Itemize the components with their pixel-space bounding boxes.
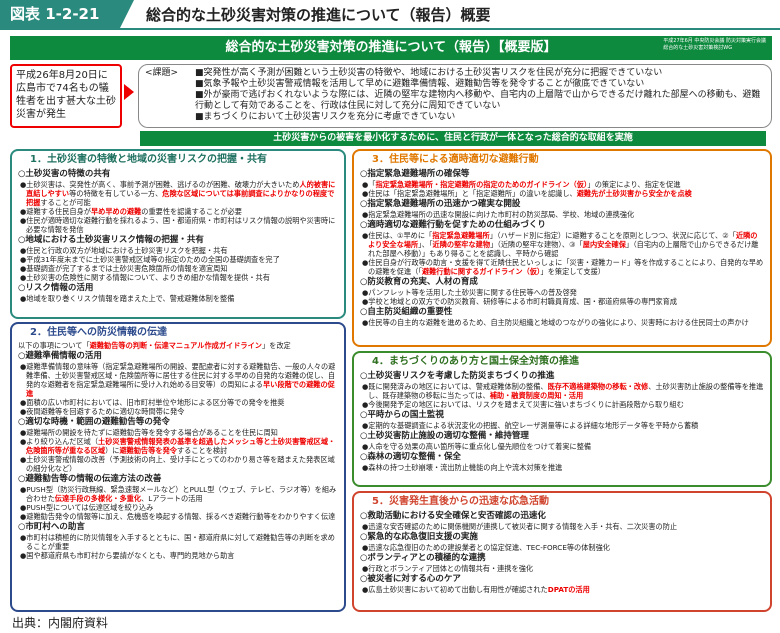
bullet-item: ●避難準備情報の意味等（指定緊急避難場所の開設、要配慮者に対する避難勧告、一般の… [20,362,336,398]
bullet-item: ●地域を取り巻くリスク情報を踏まえた上で、警戒避難体制を整備 [20,294,235,303]
bullet-item: ●定期的な基礎調査による状況変化の把握、航空レーザ測量等による詳細な地形データ等… [362,421,699,430]
issues-box: <課題> ■突発性が高く予測が困難という土砂災害の特徴や、地域における土砂災害リ… [138,64,772,128]
bullet-item: ●より絞り込んだ区域（土砂災害警戒情報発表の基準を超過したメッシュ等と土砂災害警… [20,437,336,455]
issue-item: ■外が豪雨で逃げおくれないような際には、近隣の堅牢な建物内へ移動や、自宅内の上層… [195,90,761,111]
figure-title: 総合的な土砂災害対策の推進について（報告）概要 [146,6,491,24]
policy-banner: 土砂災害からの被害を最小化するために、住民と行政が一体となった総合的な取組を実施 [140,131,766,146]
section-heading: ○救助活動における安全確保と安否確認の迅速化 [360,511,546,521]
bullet-item: ●学校と地域との双方での防災教育、研修等による市町村職員育成、国・都道府県等の専… [362,297,678,306]
figure-header: 図表 1-2-21 総合的な土砂災害対策の推進について（報告）概要 [0,0,780,30]
arrow-right-icon [124,84,134,100]
bullet-item: ●住民は、①早めに「指定緊急避難場所」（ハザード別に指定）に避難することを原則と… [362,231,759,258]
summary-title-band: 総合的な土砂災害対策の推進について（報告）【概要版】 平成27年6月 中央防災会… [10,36,772,60]
bullet-item: ●避難場所の開設を待たずに避難勧告等を発令する場合があることを住民に周知 [20,428,278,437]
bullet-item: ●市町村は積極的に防災情報を入手するとともに、国・都道府県に対して避難勧告等の判… [20,533,335,551]
bullet-item: ●人命を守る効果の高い箇所等に重点化し優先順位をつけて着実に整備 [362,442,592,451]
bullet-item: ●住民等の自主的な避難を進めるため、自主防災組織と地域のつながりの強化により、災… [362,318,749,327]
panel-title: 1．土砂災害の特徴と地域の災害リスクの把握・共有 [30,154,267,165]
panel-title: 5．災害発生直後からの迅速な応急活動 [372,496,549,507]
panel-title: 3．住民等による適時適切な避難行動 [372,154,539,165]
bullet-item: ●今後開発予定の地区においては、リスクを踏まえて災害に強いまちづくりに計画段階か… [362,400,684,409]
bullet-item: ●土砂災害警戒情報の改善（予測技術の向上、受け手にとってのわかり易さ等を踏まえた… [20,455,335,473]
bullet-item: ●住民は「指定緊急避難場所」と「指定避難所」の違いを認識し、避難先が土砂災害から… [362,189,692,198]
bullet-item: ●基礎調査が完了するまでは土砂災害危険箇所の情報を適宜周知 [20,264,228,273]
bullet-item: ●平成31年度末までに土砂災害警戒区域等の指定のための全国の基礎調査を完了 [20,255,280,264]
section-heading: ○被災者に対する心のケア [360,574,461,584]
bullet-item: ●土砂災害の危険性に関する情報について、よりきめ細かな情報を提供・共有 [20,273,270,282]
section-heading: ○自主防災組織の重要性 [360,307,453,317]
band-note-line: 平成27年6月 中央防災会議 防災対策実行会議 [663,38,766,44]
bullet-item: ●迅速な応急復旧のための建設業者との協定促進、TEC-FORCE等の体制強化 [362,543,610,552]
band-note-line: 総合的な土砂災害対策検討WG [663,45,733,51]
figure-number: 図表 1-2-21 [0,0,134,28]
panel-info-transmission: 2．住民等への防災情報の伝達 以下の事項について「避難勧告等の判断・伝達マニュア… [10,322,346,612]
bullet-item: ●夜間避難等を回避するために適切な時間帯に発令 [20,407,185,416]
bullet-item: ●広島土砂災害において初めて出動し有用性が確認されたDPATの活用 [362,585,590,594]
bullet-item: ●行政とボランティア団体との情報共有・連携を強化 [362,564,534,573]
section-heading: ○指定緊急避難場所の迅速かつ確実な開設 [360,199,521,209]
bullet-item: ●避難勧告発令の情報等に加え、危機感を喚起する情報、採るべき避難行動等をわかりや… [20,512,336,521]
issue-item: ■まちづくりにおいて土砂災害リスクを充分に考慮できていない [195,112,456,122]
bullet-item: ●土砂災害は、突発性が高く、事前予測が困難、逃げるのが困難、破壊力が大きいため人… [20,180,336,207]
section-heading: ○土砂災害リスクを考慮した防災まちづくりの推進 [360,371,555,381]
bullet-item: ●国や都道府県も市町村から要請がなくとも、専門的見地から助言 [20,551,235,560]
bullet-item: ●住民と行政の双方が地域における土砂災害リスクを把握・共有 [20,246,228,255]
issue-item: ■突発性が高く予測が困難という土砂災害の特徴や、地域における土砂災害リスクを住民… [195,68,663,78]
issue-item: ■気象予報や土砂災害警戒情報を活用して早めに避難準備情報、避難勧告等を発令するこ… [195,79,645,89]
bullet-item: ●「指定緊急避難場所・指定避難所の指定のためのガイドライン（仮）」の策定により、… [362,180,681,189]
bullet-item: ●面積の広い市町村においては、旧市町村単位や地形による区分等での発令を推奨 [20,398,285,407]
panel-title: 2．住民等への防災情報の伝達 [30,327,167,338]
panel-intro: 以下の事項について「避難勧告等の判断・伝達マニュアル作成ガイドライン」を改定 [18,341,291,350]
bullet-item: ●既に開発済みの地区においては、警戒避難体制の整備、既存不適格建築物の移転・改修… [362,382,764,400]
section-heading: ○適切な時機・範囲の避難勧告等の発令 [18,417,170,427]
panel-title: 4．まちづくりのあり方と国土保全対策の推進 [372,356,579,367]
bullet-item: ●避難する住民自身が早め早めの避難の重要性を認識することが必要 [20,207,242,216]
bullet-item: ●森林の持つ土砂崩壊・流出防止機能の向上や流木対策を推進 [362,463,563,472]
panel-evacuation: 3．住民等による適時適切な避難行動 ○指定緊急避難場所の確保等 ●「指定緊急避難… [352,149,772,347]
section-heading: ○土砂災害の特徴の共有 [18,169,111,179]
band-note: 平成27年6月 中央防災会議 防災対策実行会議 総合的な土砂災害対策検討WG [663,38,766,52]
bullet-item: ●PUSH型（防災行政無線、緊急速報メールなど）とPULL型（ウェブ、テレビ、ラ… [20,485,337,503]
panel-risk-sharing: 1．土砂災害の特徴と地域の災害リスクの把握・共有 ○土砂災害の特徴の共有 ●土砂… [10,149,346,319]
section-heading: ○防災教育の充実、人材の育成 [360,277,478,287]
summary-title: 総合的な土砂災害対策の推進について（報告）【概要版】 [225,40,557,55]
section-heading: ○平時からの国土監視 [360,410,444,420]
section-heading: ○緊急的な応急復旧支援の実施 [360,532,478,542]
issues-label: <課題> [145,68,179,78]
panel-town-planning: 4．まちづくりのあり方と国土保全対策の推進 ○土砂災害リスクを考慮した防災まちづ… [352,351,772,487]
bullet-item: ●住民が適時適切な避難行動を採れるよう、国・都道府県・市町村はリスク情報の説明や… [20,216,336,234]
section-heading: ○森林の適切な整備・保全 [360,452,461,462]
bullet-item: ●指定緊急避難場所の迅速な開設に向けた市町村の防災部局、学校、地域の連携強化 [362,210,635,219]
section-heading: ○リスク情報の活用 [18,283,94,293]
bullet-item: ●住民自身が行政等の助言・支援を得て近隣住民といっしょに「災害・避難カード」等を… [362,258,764,276]
section-heading: ○避難勧告等の情報の伝達方法の改善 [18,474,162,484]
section-heading: ○適時適切な避難行動を促すための仕組みづくり [360,220,546,230]
section-heading: ○指定緊急避難場所の確保等 [360,169,470,179]
panel-emergency-response: 5．災害発生直後からの迅速な応急活動 ○救助活動における安全確保と安否確認の迅速… [352,491,772,612]
bullet-item: ●PUSH型については伝達区域を絞り込み [20,503,154,512]
section-heading: ○地域における土砂災害リスク情報の把握・共有 [18,235,204,245]
disaster-event-box: 平成26年8月20日に広島市で74名もの犠牲者を出す甚大な土砂災害が発生 [10,64,122,128]
section-heading: ○避難準備情報の活用 [18,351,102,361]
section-heading: ○ボランティアとの積極的な連携 [360,553,486,563]
source-note: 出典：内閣府資料 [12,616,109,630]
section-heading: ○土砂災害防止施設の適切な整備・維持管理 [360,431,529,441]
bullet-item: ●パンフレット等を活用した土砂災害に関する住民等への普及啓発 [362,288,577,297]
section-heading: ○市町村への助言 [18,522,85,532]
bullet-item: ●迅速な安否確認のために関係機関が連携して被災者に関する情報を入手・共有、二次災… [362,522,678,531]
